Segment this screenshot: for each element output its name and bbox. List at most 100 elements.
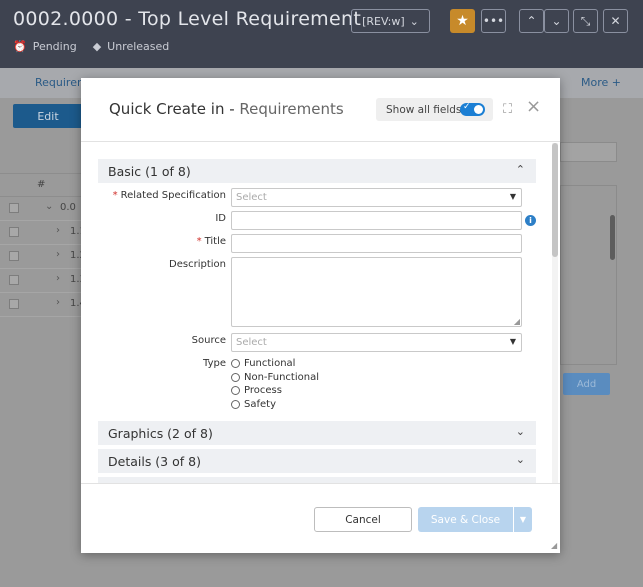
- chevron-down-icon: ⌄: [515, 425, 525, 438]
- chevron-up-icon: ⌃: [526, 14, 537, 28]
- star-icon: ★: [456, 13, 469, 29]
- table-row[interactable]: › 1.1: [0, 221, 86, 245]
- save-options-dropdown[interactable]: ▼: [514, 507, 532, 532]
- chevron-down-icon: ⌄: [409, 14, 419, 28]
- type-radio-safety[interactable]: Safety: [231, 399, 276, 410]
- id-label: ID: [215, 213, 226, 224]
- side-panel: Add: [560, 130, 626, 403]
- resize-grip-icon[interactable]: ◢: [514, 317, 520, 326]
- id-input[interactable]: [231, 211, 522, 230]
- section-details-label: Details (3 of 8): [108, 453, 201, 469]
- side-panel-search-input[interactable]: [560, 142, 617, 162]
- revision-dropdown[interactable]: [REV:w] ⌄: [351, 9, 430, 33]
- section-details[interactable]: Details (3 of 8) ⌄: [98, 449, 536, 473]
- toggle-switch[interactable]: ✓: [460, 102, 485, 116]
- chevron-up-icon: ⌃: [515, 163, 525, 176]
- radio-circle[interactable]: [231, 359, 240, 368]
- row-checkbox[interactable]: [9, 227, 19, 237]
- caret-down-icon: ▼: [509, 192, 516, 201]
- row-number: 0.0: [60, 202, 76, 213]
- previous-item-button[interactable]: ⌃: [519, 9, 544, 33]
- alarm-clock-icon: ⏰: [13, 40, 27, 53]
- section-graphics-label: Graphics (2 of 8): [108, 425, 213, 441]
- cube-icon: ◆: [92, 40, 102, 53]
- release-state-text: Unreleased: [107, 40, 170, 53]
- info-icon[interactable]: i: [525, 215, 536, 226]
- quick-create-dialog: Quick Create in - Requirements Show all …: [81, 78, 560, 553]
- page-title: 0002.0000 - Top Level Requirement: [13, 8, 362, 30]
- dialog-header: Quick Create in - Requirements Show all …: [81, 78, 560, 142]
- tab-more[interactable]: More +: [581, 76, 621, 89]
- radio-circle[interactable]: [231, 400, 240, 409]
- section-basic-label: Basic (1 of 8): [108, 163, 191, 179]
- type-radio-non-functional[interactable]: Non-Functional: [231, 372, 319, 383]
- show-all-fields-toggle[interactable]: Show all fields ✓: [376, 98, 493, 121]
- cancel-button[interactable]: Cancel: [314, 507, 412, 532]
- dialog-scrollbar[interactable]: [552, 143, 558, 483]
- expand-chevron-icon[interactable]: ›: [56, 297, 60, 308]
- revision-label: [REV:w]: [362, 14, 405, 28]
- radio-circle[interactable]: [231, 373, 240, 382]
- expand-chevron-icon[interactable]: ›: [56, 273, 60, 284]
- section-graphics[interactable]: Graphics (2 of 8) ⌄: [98, 421, 536, 445]
- description-label: Description: [169, 259, 226, 270]
- more-actions-button[interactable]: •••: [481, 9, 506, 33]
- collapse-view-button[interactable]: ⤡: [573, 9, 598, 33]
- caret-down-icon: ▼: [519, 515, 527, 524]
- row-checkbox[interactable]: [9, 299, 19, 309]
- favorite-star-button[interactable]: ★: [450, 9, 475, 33]
- chevron-down-icon: ⌄: [551, 14, 562, 28]
- check-icon: ✓: [463, 102, 471, 112]
- dialog-title-prefix: Quick Create in -: [109, 100, 240, 118]
- expand-chevron-icon[interactable]: ›: [56, 225, 60, 236]
- chevron-down-icon: ⌄: [515, 453, 525, 466]
- source-label: Source: [191, 335, 226, 346]
- title-label: * Title: [196, 236, 226, 247]
- radio-circle[interactable]: [231, 386, 240, 395]
- requirements-table: # ⌄ 0.0 › 1.1 › 1.2 › 1.3 › 1.4: [0, 173, 86, 323]
- show-all-fields-label: Show all fields: [386, 103, 462, 116]
- add-button[interactable]: Add: [563, 373, 610, 395]
- column-header-number: #: [37, 179, 46, 190]
- status-row: ⏰ Pending ◆ Unreleased: [13, 40, 169, 53]
- status-text: Pending: [32, 40, 77, 53]
- expand-chevron-icon[interactable]: ⌄: [45, 201, 53, 212]
- collapse-icon: ⤡: [580, 13, 591, 28]
- expand-icon[interactable]: ⛶: [503, 102, 512, 117]
- caret-down-icon: ▼: [509, 337, 516, 346]
- section-basic[interactable]: Basic (1 of 8) ⌃: [98, 159, 536, 183]
- dialog-footer: Cancel Save & Close ▼: [81, 483, 560, 553]
- app-header: 0002.0000 - Top Level Requirement [REV:w…: [0, 0, 643, 68]
- type-radio-functional[interactable]: Functional: [231, 358, 295, 369]
- table-row[interactable]: › 1.2: [0, 245, 86, 269]
- scrollbar-thumb[interactable]: [552, 143, 558, 257]
- related-specification-select[interactable]: Select ▼: [231, 188, 522, 207]
- row-checkbox[interactable]: [9, 275, 19, 285]
- related-specification-label: * Related Specification: [112, 190, 226, 201]
- table-row[interactable]: ⌄ 0.0: [0, 197, 82, 221]
- source-select[interactable]: Select ▼: [231, 333, 522, 352]
- row-checkbox[interactable]: [9, 203, 19, 213]
- required-marker: *: [112, 190, 118, 201]
- ellipsis-icon: •••: [482, 14, 505, 28]
- close-item-button[interactable]: ✕: [603, 9, 628, 33]
- expand-chevron-icon[interactable]: ›: [56, 249, 60, 260]
- edit-button[interactable]: Edit: [13, 104, 83, 128]
- type-radio-process[interactable]: Process: [231, 385, 282, 396]
- required-marker: *: [196, 236, 202, 247]
- save-and-close-button[interactable]: Save & Close: [418, 507, 513, 532]
- dialog-title-target: Requirements: [239, 100, 344, 118]
- dialog-title: Quick Create in - Requirements: [109, 100, 344, 118]
- side-panel-list: [560, 185, 617, 365]
- close-icon[interactable]: ×: [526, 98, 541, 116]
- title-input[interactable]: [231, 234, 522, 253]
- table-row[interactable]: › 1.3: [0, 269, 86, 293]
- description-textarea[interactable]: ◢: [231, 257, 522, 327]
- row-checkbox[interactable]: [9, 251, 19, 261]
- type-label: Type: [203, 358, 226, 369]
- side-panel-scrollbar[interactable]: [610, 215, 615, 260]
- next-item-button[interactable]: ⌄: [544, 9, 569, 33]
- dialog-resize-grip-icon[interactable]: ◢: [551, 541, 557, 550]
- table-row[interactable]: › 1.4: [0, 293, 86, 317]
- table-header: #: [0, 173, 82, 197]
